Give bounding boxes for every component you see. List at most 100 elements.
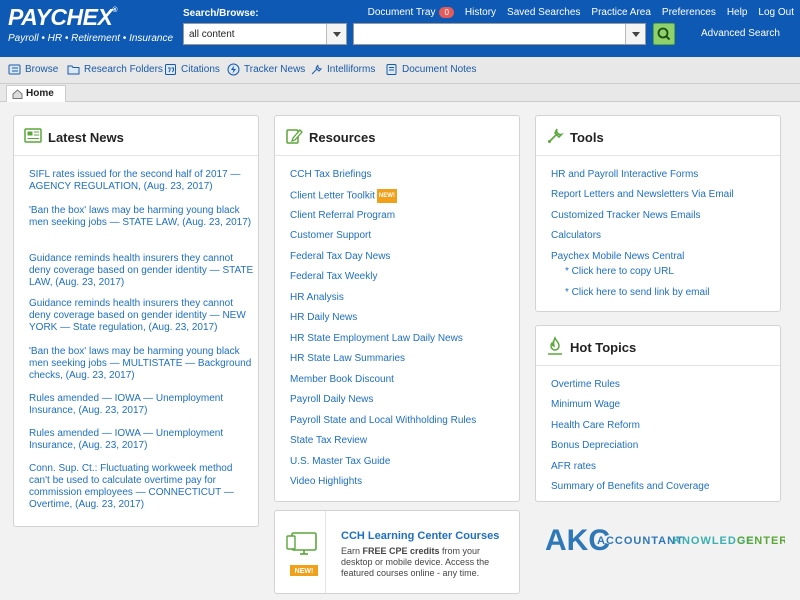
toolbar-citations[interactable]: Citations bbox=[164, 63, 220, 76]
news-item[interactable]: Rules amended — IOWA — Unemployment Insu… bbox=[29, 428, 254, 452]
resource-link[interactable]: Payroll State and Local Withholding Rule… bbox=[290, 415, 476, 427]
resource-link[interactable]: Video Highlights bbox=[290, 476, 362, 488]
note-icon bbox=[386, 64, 397, 75]
tool-link[interactable]: HR and Payroll Interactive Forms bbox=[551, 169, 698, 181]
wrench-icon bbox=[548, 128, 564, 143]
resource-link[interactable]: HR Daily News bbox=[290, 312, 357, 324]
hot-topic-link[interactable]: AFR rates bbox=[551, 461, 596, 473]
tool-link[interactable]: Paychex Mobile News Central bbox=[551, 251, 684, 263]
tools-title: Tools bbox=[570, 130, 604, 145]
toolbar-document-notes[interactable]: Document Notes bbox=[385, 63, 476, 76]
resource-link[interactable]: Customer Support bbox=[290, 230, 371, 242]
news-item[interactable]: Guidance reminds health insurers they ca… bbox=[29, 298, 254, 334]
tab-home[interactable]: Home bbox=[6, 85, 66, 102]
lightning-icon bbox=[227, 63, 240, 76]
browse-icon bbox=[8, 64, 21, 75]
newspaper-icon bbox=[24, 128, 42, 143]
resources-header: Resources bbox=[275, 116, 519, 156]
divider bbox=[325, 511, 326, 593]
search-input[interactable] bbox=[354, 24, 624, 44]
citation-icon bbox=[165, 64, 176, 75]
copy-url-link[interactable]: * Click here to copy URL bbox=[565, 266, 674, 278]
chevron-down-icon[interactable] bbox=[326, 24, 346, 44]
resource-link[interactable]: HR Analysis bbox=[290, 292, 344, 304]
preferences-link[interactable]: Preferences bbox=[662, 7, 716, 18]
content-select-value: all content bbox=[189, 29, 235, 40]
resource-link[interactable]: Payroll Daily News bbox=[290, 394, 373, 406]
toolbar: Browse Research Folders Citations Tracke… bbox=[0, 57, 800, 84]
resource-link[interactable]: Federal Tax Weekly bbox=[290, 271, 377, 283]
paychex-logo[interactable]: PAYCHEX® bbox=[8, 4, 117, 31]
resources-panel: Resources CCH Tax Briefings Client Lette… bbox=[274, 115, 520, 502]
news-item[interactable]: SIFL rates issued for the second half of… bbox=[29, 169, 254, 193]
computer-icon: NEW! bbox=[286, 532, 318, 576]
resource-link[interactable]: State Tax Review bbox=[290, 435, 367, 447]
resources-title: Resources bbox=[309, 130, 376, 145]
news-item[interactable]: 'Ban the box' laws may be harming young … bbox=[29, 346, 254, 382]
top-links: Document Tray 0 History Saved Searches Pr… bbox=[357, 7, 794, 18]
advanced-search-link[interactable]: Advanced Search bbox=[701, 28, 780, 39]
tool-link[interactable]: Report Letters and Newsletters Via Email bbox=[551, 189, 734, 201]
akc-word-center: CENTER bbox=[737, 535, 785, 547]
latest-news-panel: Latest News SIFL rates issued for the se… bbox=[13, 115, 259, 527]
content-select[interactable]: all content bbox=[183, 23, 347, 45]
learning-center-panel[interactable]: NEW! CCH Learning Center Courses Earn FR… bbox=[274, 510, 520, 594]
svg-text:NEW!: NEW! bbox=[295, 568, 314, 575]
top-header: PAYCHEX® Payroll • HR • Retirement • Ins… bbox=[0, 0, 800, 57]
hot-topics-title: Hot Topics bbox=[570, 340, 637, 355]
akc-word-accountant: ACCOUNTANT bbox=[597, 535, 684, 547]
history-link[interactable]: History bbox=[465, 7, 496, 18]
learning-center-description: Earn FREE CPE credits from your desktop … bbox=[341, 546, 490, 578]
latest-news-title: Latest News bbox=[48, 130, 124, 145]
new-badge: NEW! bbox=[376, 189, 397, 203]
search-browse-label: Search/Browse: bbox=[183, 8, 259, 19]
tools-header: Tools bbox=[536, 116, 780, 156]
toolbar-intelliforms[interactable]: Intelliforms bbox=[310, 63, 375, 76]
resource-link[interactable]: HR State Law Summaries bbox=[290, 353, 405, 365]
resource-link[interactable]: Member Book Discount bbox=[290, 374, 394, 386]
home-icon bbox=[12, 89, 23, 99]
tool-link[interactable]: Customized Tracker News Emails bbox=[551, 210, 700, 222]
search-button[interactable] bbox=[653, 23, 675, 45]
tray-count-badge: 0 bbox=[439, 7, 454, 18]
news-item[interactable]: 'Ban the box' laws may be harming young … bbox=[29, 205, 254, 229]
tools-icon bbox=[311, 64, 323, 75]
accountant-knowledge-center-logo[interactable]: AKC ACCOUNTANT KNOWLEDGE CENTER bbox=[545, 522, 785, 554]
resource-link[interactable]: HR State Employment Law Daily News bbox=[290, 333, 463, 345]
practice-area-link[interactable]: Practice Area bbox=[591, 7, 650, 18]
resource-link[interactable]: U.S. Master Tax Guide bbox=[290, 456, 390, 468]
tab-row: Home bbox=[0, 84, 800, 102]
resource-link[interactable]: Federal Tax Day News bbox=[290, 251, 390, 263]
hot-topic-link[interactable]: Minimum Wage bbox=[551, 399, 620, 411]
logout-link[interactable]: Log Out bbox=[758, 7, 794, 18]
hot-topics-panel: Hot Topics Overtime Rules Minimum Wage H… bbox=[535, 325, 781, 502]
news-item[interactable]: Rules amended — IOWA — Unemployment Insu… bbox=[29, 393, 254, 417]
saved-searches-link[interactable]: Saved Searches bbox=[507, 7, 580, 18]
hot-topic-link[interactable]: Health Care Reform bbox=[551, 420, 640, 432]
news-item[interactable]: Conn. Sup. Ct.: Fluctuating workweek met… bbox=[29, 463, 254, 511]
tool-link[interactable]: Calculators bbox=[551, 230, 601, 242]
chevron-down-icon[interactable] bbox=[625, 24, 645, 44]
resource-link[interactable]: Client Letter Toolkit NEW! bbox=[290, 189, 397, 203]
edit-document-icon bbox=[286, 129, 303, 144]
news-item[interactable]: Guidance reminds health insurers they ca… bbox=[29, 253, 254, 289]
email-link[interactable]: * Click here to send link by email bbox=[565, 287, 710, 299]
folder-icon bbox=[67, 65, 80, 75]
toolbar-tracker-news[interactable]: Tracker News bbox=[227, 63, 305, 76]
hot-topic-link[interactable]: Summary of Benefits and Coverage bbox=[551, 481, 709, 493]
learning-center-title[interactable]: CCH Learning Center Courses bbox=[341, 530, 499, 542]
help-link[interactable]: Help bbox=[727, 7, 748, 18]
document-tray-link[interactable]: Document Tray 0 bbox=[368, 7, 454, 18]
resource-link[interactable]: Client Referral Program bbox=[290, 210, 395, 222]
toolbar-research-folders[interactable]: Research Folders bbox=[67, 63, 163, 76]
hot-topic-link[interactable]: Overtime Rules bbox=[551, 379, 620, 391]
search-icon bbox=[657, 27, 671, 41]
toolbar-browse[interactable]: Browse bbox=[8, 63, 58, 76]
search-input-box[interactable] bbox=[353, 23, 646, 45]
hot-topic-link[interactable]: Bonus Depreciation bbox=[551, 440, 638, 452]
tools-panel: Tools HR and Payroll Interactive Forms R… bbox=[535, 115, 781, 312]
latest-news-header: Latest News bbox=[14, 116, 258, 156]
resource-link[interactable]: CCH Tax Briefings bbox=[290, 169, 372, 181]
flame-icon bbox=[548, 336, 562, 355]
hot-topics-header: Hot Topics bbox=[536, 326, 780, 366]
